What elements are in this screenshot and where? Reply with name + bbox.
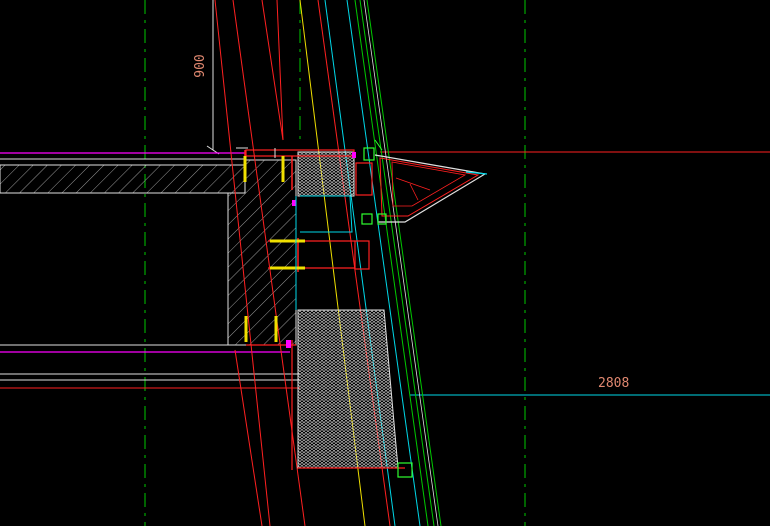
insulation-upper xyxy=(297,151,355,197)
dimension-label-2808: 2808 xyxy=(598,376,629,391)
cad-drawing-canvas: 900 2808 xyxy=(0,0,770,526)
slab xyxy=(0,152,246,194)
dimension-vertical: 900 xyxy=(193,0,220,155)
insulation-lower xyxy=(297,309,399,469)
level-lines: 2808 xyxy=(380,151,770,396)
panel-outline xyxy=(295,195,353,310)
dimension-label-900: 900 xyxy=(193,54,208,77)
fin-detail xyxy=(374,154,488,223)
